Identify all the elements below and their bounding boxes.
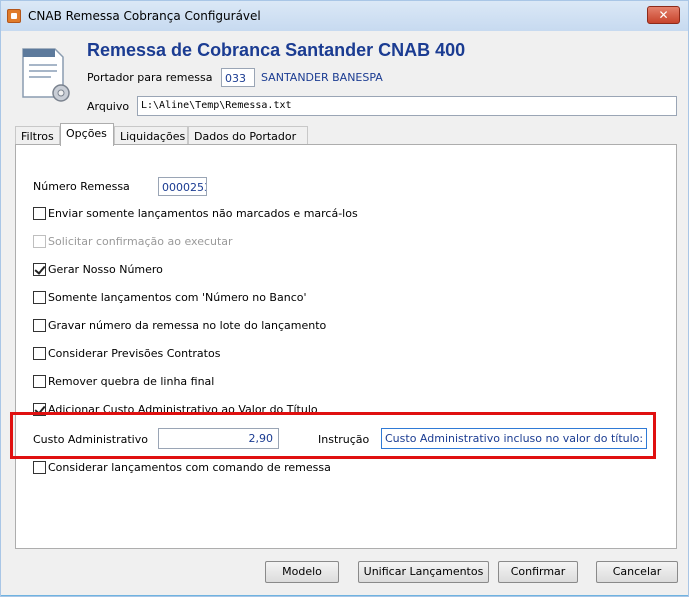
highlight-box [10,412,656,459]
tab-liquidacoes-label: Liquidações [120,130,186,143]
tab-opcoes-label: Opções [66,127,107,140]
page-title: Remessa de Cobranca Santander CNAB 400 [87,40,466,60]
checkbox-box-checked[interactable] [33,263,46,276]
close-icon: ✕ [658,8,669,22]
close-button[interactable]: ✕ [647,6,680,24]
tab-dados-do-portador[interactable]: Dados do Portador [188,126,308,145]
checkbox-box[interactable] [33,319,46,332]
tab-opcoes[interactable]: Opções [60,123,114,146]
checkbox-label: Considerar Previsões Contratos [48,347,221,360]
portador-name: SANTANDER BANESPA [261,71,383,84]
tab-filtros[interactable]: Filtros [15,126,60,145]
checkbox-label: Remover quebra de linha final [48,375,215,388]
checkbox-box [33,235,46,248]
checkbox-label: Somente lançamentos com 'Número no Banco… [48,291,307,304]
numero-remessa-field[interactable]: 0000253 [158,177,207,196]
portador-code-field[interactable]: 033 [221,68,255,87]
document-gear-icon [22,48,70,102]
confirmar-button[interactable]: Confirmar [498,561,578,583]
cancelar-button[interactable]: Cancelar [596,561,678,583]
arquivo-field[interactable]: L:\Aline\Temp\Remessa.txt [137,96,677,116]
checkbox-box[interactable] [33,347,46,360]
tab-filtros-label: Filtros [21,130,54,143]
title-bar[interactable]: CNAB Remessa Cobrança Configurável ✕ [1,1,688,31]
dialog-window: CNAB Remessa Cobrança Configurável ✕ Rem… [0,0,689,597]
checkbox-box[interactable] [33,375,46,388]
bottom-border [1,595,688,596]
checkbox-label: Gerar Nosso Número [48,263,163,276]
checkbox-label: Considerar lançamentos com comando de re… [48,461,331,474]
window-title: CNAB Remessa Cobrança Configurável [28,9,261,23]
checkbox-label: Solicitar confirmação ao executar [48,235,233,248]
portador-label: Portador para remessa [87,71,213,84]
checkbox-box[interactable] [33,207,46,220]
tab-liquidacoes[interactable]: Liquidações [114,126,188,145]
modelo-button[interactable]: Modelo [265,561,339,583]
tab-dados-label: Dados do Portador [194,130,297,143]
unificar-lancamentos-button[interactable]: Unificar Lançamentos [358,561,489,583]
checkbox-box[interactable] [33,291,46,304]
arquivo-label: Arquivo [87,100,130,113]
app-icon [7,9,21,23]
checkbox-label: Gravar número da remessa no lote do lanç… [48,319,327,332]
numero-remessa-label: Número Remessa [33,180,130,193]
checkbox-box[interactable] [33,461,46,474]
checkbox-label: Enviar somente lançamentos não marcados … [48,207,358,220]
